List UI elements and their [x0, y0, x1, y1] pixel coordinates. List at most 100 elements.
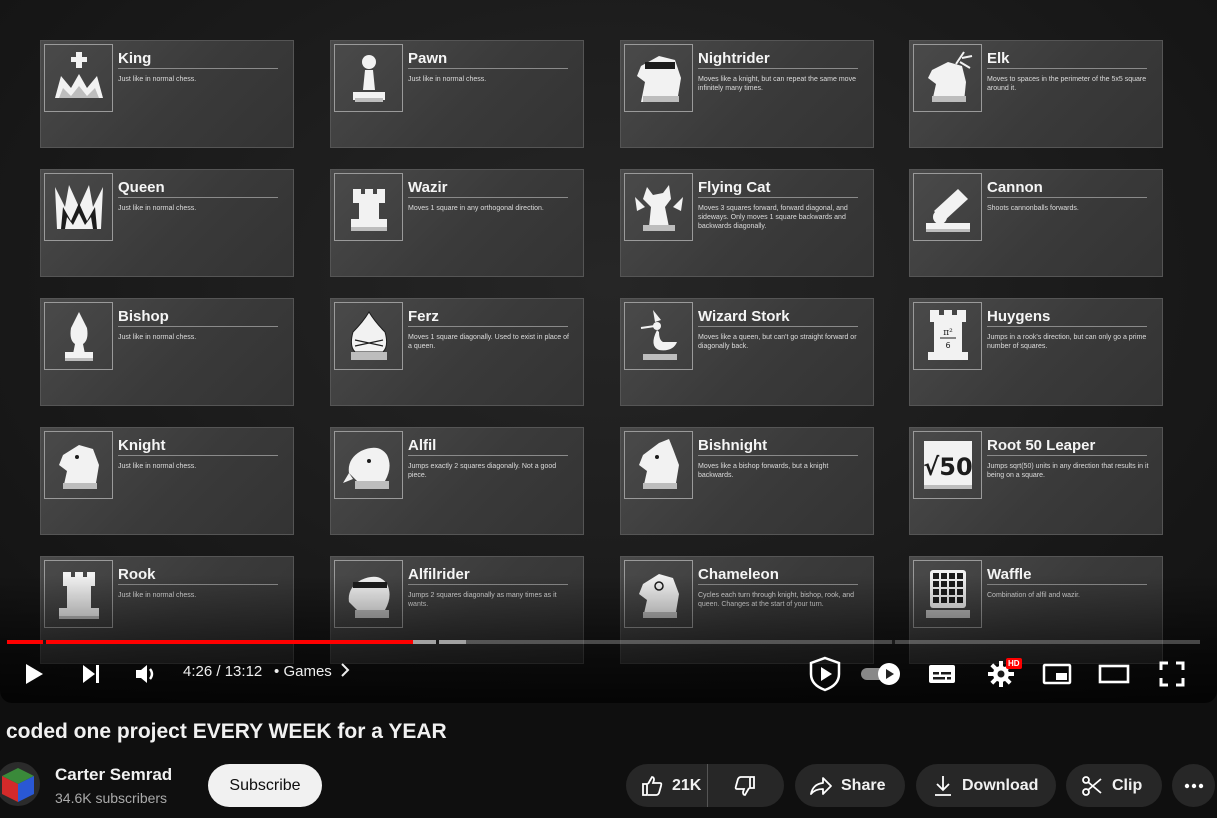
subscribe-button[interactable]: Subscribe [208, 764, 322, 807]
theater-icon [1098, 664, 1130, 684]
piece-icon-box: √50 [913, 431, 982, 499]
piece-description: Just like in normal chess. [118, 334, 197, 341]
piece-name-underline [118, 68, 278, 69]
chapter-button[interactable]: • Games [274, 663, 350, 680]
piece-icon-box [44, 302, 113, 370]
miniplayer-button[interactable] [1040, 660, 1074, 688]
channel-avatar[interactable] [0, 762, 40, 806]
video-player[interactable]: King Just like in normal chess. Pawn Just l… [0, 0, 1217, 703]
piece-name: Pawn [408, 50, 448, 67]
clip-label: Clip [1112, 776, 1143, 794]
knight-icon [58, 445, 99, 489]
queen-icon [54, 185, 103, 229]
piece-card: Queen Just like in normal chess. [40, 169, 294, 277]
piece-description: Moves like a knight, but can repeat the … [698, 76, 856, 92]
progress-played [7, 640, 413, 644]
piece-name-underline [408, 455, 568, 456]
fullscreen-button[interactable] [1156, 660, 1188, 688]
play-button[interactable] [20, 660, 48, 688]
time-total: 13:12 [224, 663, 263, 680]
next-button[interactable] [77, 660, 105, 688]
piece-name-underline [987, 326, 1147, 327]
premium-button[interactable] [806, 655, 844, 693]
scissors-icon [1082, 775, 1102, 796]
play-icon [26, 664, 43, 684]
skip-next-icon [83, 665, 99, 683]
root-50-leaper-icon: √50 [923, 441, 972, 489]
piece-card: Elk Moves to spaces in the perimeter of t… [909, 40, 1163, 148]
piece-card: Cannon Shoots cannonballs forwards. [909, 169, 1163, 277]
subtitles-button[interactable] [926, 660, 958, 688]
piece-description: Just like in normal chess. [118, 205, 197, 212]
time-current: 4:26 [183, 663, 213, 680]
svg-text:π²: π² [943, 328, 953, 338]
bishop-icon [64, 312, 93, 361]
piece-icon-box [334, 431, 403, 499]
piece-icon-box [913, 173, 982, 241]
piece-description: Moves like a queen, but can't go straigh… [698, 334, 857, 350]
download-icon [935, 775, 951, 796]
download-button[interactable]: Download [916, 764, 1056, 807]
progress-bar[interactable] [7, 640, 1200, 644]
like-button[interactable]: 21K [626, 764, 708, 807]
piece-name-underline [118, 197, 278, 198]
piece-name-underline [698, 68, 858, 69]
autoplay-toggle-icon [861, 663, 900, 685]
piece-icon-box [334, 173, 403, 241]
clip-button[interactable]: Clip [1066, 764, 1162, 807]
piece-name: Wazir [408, 179, 448, 196]
chapter-label: Games [283, 663, 332, 680]
piece-card: Knight Just like in normal chess. [40, 427, 294, 535]
piece-name-underline [987, 455, 1147, 456]
piece-name: Wizard Stork [698, 308, 790, 325]
autoplay-toggle[interactable] [860, 662, 902, 686]
piece-name: Ferz [408, 308, 439, 325]
piece-icon-box [624, 173, 693, 241]
volume-icon [136, 665, 154, 683]
piece-card: King Just like in normal chess. [40, 40, 294, 148]
piece-name-underline [118, 455, 278, 456]
piece-description: Just like in normal chess. [118, 76, 197, 83]
thumbs-down-icon [734, 775, 755, 796]
like-count: 21K [672, 776, 702, 794]
chapter-marker [892, 640, 895, 644]
cannon-icon [925, 189, 970, 232]
piece-icon-box [44, 431, 113, 499]
miniplayer-icon [1042, 663, 1072, 685]
channel-name[interactable]: Carter Semrad [55, 765, 172, 785]
king-icon [54, 52, 103, 98]
piece-icon-box [44, 44, 113, 112]
share-label: Share [841, 776, 886, 794]
piece-name-underline [408, 326, 568, 327]
wazir-icon [350, 189, 387, 231]
piece-card: Ferz Moves 1 square diagonally. Used to e… [330, 298, 584, 406]
piece-card: Bishnight Moves like a bishop forwards, b… [620, 427, 874, 535]
thumbs-up-icon [642, 775, 663, 796]
piece-card: Bishop Just like in normal chess. [40, 298, 294, 406]
piece-name: Elk [987, 50, 1010, 67]
piece-description: Moves 1 square in any orthogonal directi… [408, 205, 544, 212]
piece-name-underline [987, 68, 1147, 69]
shield-play-icon [809, 656, 841, 692]
more-actions-button[interactable] [1172, 764, 1215, 807]
theater-mode-button[interactable] [1097, 660, 1131, 688]
piece-description: Just like in normal chess. [408, 76, 487, 83]
chapter-marker [43, 640, 46, 644]
share-button[interactable]: Share [795, 764, 905, 807]
captions-icon [929, 665, 955, 683]
chapter-marker [436, 640, 439, 644]
piece-name-underline [698, 455, 858, 456]
piece-name: Bishnight [698, 437, 768, 454]
piece-icon-box [624, 431, 693, 499]
piece-description: Jumps exactly 2 squares diagonally. Not … [408, 463, 557, 479]
time-separator: / [216, 663, 221, 680]
share-icon [810, 776, 832, 795]
piece-description: Moves to spaces in the perimeter of the … [987, 76, 1147, 92]
dislike-button[interactable] [708, 764, 782, 807]
settings-button[interactable]: HD [984, 658, 1022, 690]
pawn-icon [352, 55, 385, 102]
mute-button[interactable] [133, 660, 161, 688]
hd-badge: HD [1006, 658, 1022, 669]
piece-icon-box [624, 44, 693, 112]
huygens-icon: π² 6 [927, 310, 968, 360]
